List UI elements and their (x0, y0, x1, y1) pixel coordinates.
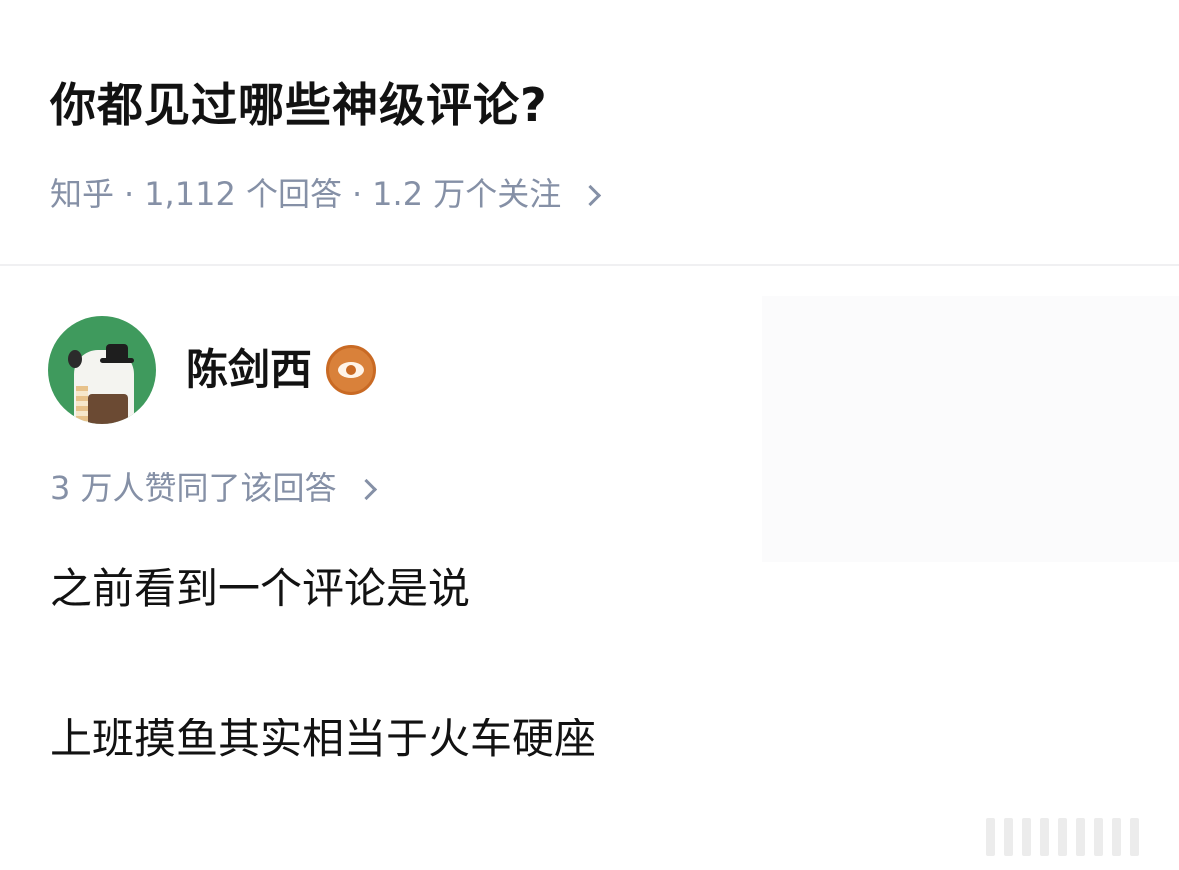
followers-count: 1.2 万个关注 (372, 175, 562, 213)
vote-count-label: 3 万人赞同了该回答 (50, 469, 337, 507)
answer-text-line: 上班摸鱼其实相当于火车硬座 (50, 718, 597, 762)
answer-screenshot: 你都见过哪些神级评论? 知乎 · 1,112 个回答 · 1.2 万个关注 陈剑… (0, 0, 1179, 870)
vote-count[interactable]: 3 万人赞同了该回答 (50, 469, 377, 507)
avatar[interactable] (48, 316, 156, 424)
author-row[interactable]: 陈剑西 (48, 316, 377, 424)
answers-count: 1,112 个回答 (144, 175, 342, 213)
question-meta[interactable]: 知乎 · 1,112 个回答 · 1.2 万个关注 (50, 175, 602, 213)
question-header[interactable]: 你都见过哪些神级评论? 知乎 · 1,112 个回答 · 1.2 万个关注 (0, 0, 1179, 266)
meta-separator: · (124, 175, 135, 213)
source-label: 知乎 (50, 175, 115, 213)
eye-badge-icon[interactable] (326, 345, 377, 395)
answer-text-line: 之前看到一个评论是说 (50, 564, 471, 613)
chevron-right-icon[interactable] (580, 184, 602, 206)
chevron-right-icon (355, 478, 377, 500)
background-panel (762, 296, 1179, 562)
author-name[interactable]: 陈剑西 (186, 349, 312, 391)
meta-separator: · (351, 175, 363, 213)
question-title[interactable]: 你都见过哪些神级评论? (50, 82, 548, 128)
watermark-bars (986, 818, 1139, 856)
